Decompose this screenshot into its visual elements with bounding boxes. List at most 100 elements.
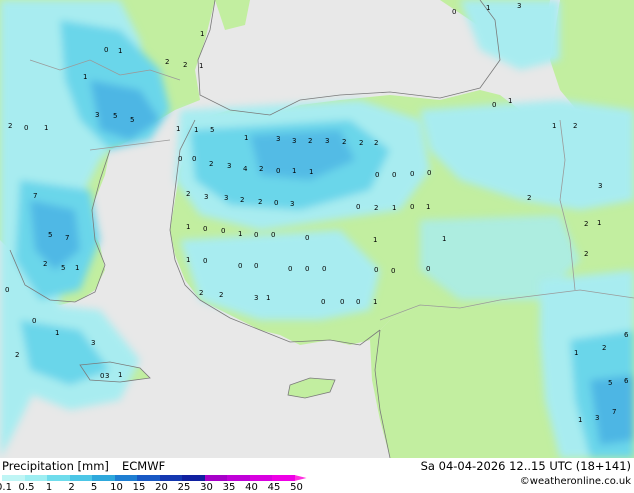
precip-value: 1 [597, 219, 601, 227]
precip-value: 2 [219, 291, 223, 299]
precip-value: 0 [100, 372, 104, 380]
precip-value: 5 [608, 379, 612, 387]
precip-value: 7 [33, 192, 37, 200]
precip-value: 2 [165, 58, 169, 66]
precip-value: 3 [292, 137, 296, 145]
precip-value: 0 [32, 317, 36, 325]
precip-value: 2 [240, 196, 244, 204]
precip-value: 2 [258, 198, 262, 206]
precip-value: 1 [373, 236, 377, 244]
precip-value: 2 [374, 204, 378, 212]
color-scale-swatch [294, 475, 307, 481]
color-scale-label: 2 [68, 482, 75, 493]
precip-value: 2 [584, 250, 588, 258]
precip-value: 3 [325, 137, 329, 145]
color-scale-swatch [2, 475, 25, 481]
precip-value: 5 [48, 231, 52, 239]
model-label: ECMWF [122, 459, 166, 473]
precip-value: 0 [271, 231, 275, 239]
precip-value: 1 [238, 230, 242, 238]
precip-value: 1 [194, 126, 198, 134]
precip-value: 1 [309, 168, 313, 176]
precip-value: 0 [288, 265, 292, 273]
precip-value: 0 [322, 265, 326, 273]
precip-value: 0 [305, 265, 309, 273]
color-scale-label: 1 [45, 482, 53, 493]
precip-value: 2 [359, 139, 363, 147]
precip-value: 2 [259, 165, 263, 173]
precip-value: 1 [426, 203, 430, 211]
precip-value: 1 [199, 62, 203, 70]
precip-value: 3 [595, 414, 599, 422]
precip-value: 2 [43, 260, 47, 268]
precip-value: 0 [305, 234, 309, 242]
precip-value: 0 [391, 267, 395, 275]
precip-value: 2 [374, 139, 378, 147]
precipitation-map[interactable]: 1 3 0 2 1 0 1 1 2 1 2 0 1 3 5 5 1 1 5 1 … [0, 0, 634, 458]
precip-value: 2 [342, 138, 346, 146]
color-scale-swatch [159, 475, 182, 481]
precip-value: 0 [321, 298, 325, 306]
precip-value: 5 [113, 112, 117, 120]
color-scale-label: 30 [200, 482, 213, 493]
precip-value: 0 [340, 298, 344, 306]
precip-value: 1 [552, 122, 556, 130]
precip-value: 2 [183, 61, 187, 69]
precip-value: 7 [612, 408, 616, 416]
color-scale-swatch [69, 475, 92, 481]
precip-value: 1 [83, 73, 87, 81]
precip-value: 2 [308, 137, 312, 145]
precip-value: 2 [209, 160, 213, 168]
precip-value: 0 [452, 8, 456, 16]
color-scale-label: 50 [290, 482, 303, 493]
precip-value: 3 [95, 111, 99, 119]
precip-value: 0 [374, 266, 378, 274]
precip-value: 2 [199, 289, 203, 297]
precip-value: 0 [276, 167, 280, 175]
precip-value: 1 [44, 124, 48, 132]
color-scale-swatch [227, 475, 250, 481]
precip-value: 0 [238, 262, 242, 270]
precip-value: 1 [392, 204, 396, 212]
precip-value: 2 [8, 122, 12, 130]
credit-text: ©weatheronline.co.uk [519, 476, 631, 487]
color-scale-label: 15 [132, 482, 146, 493]
color-scale-swatch [47, 475, 70, 481]
precip-value: 0 [375, 171, 379, 179]
precip-value: 3 [91, 339, 95, 347]
precip-value: 1 [486, 4, 490, 12]
precip-value: 3 [227, 162, 231, 170]
color-scale-label: 45 [267, 482, 281, 493]
precip-value: 0 [203, 257, 207, 265]
precip-value: 0 [410, 203, 414, 211]
color-scale-swatch [204, 475, 227, 481]
color-scale-swatch [24, 475, 47, 481]
color-scale-swatch [92, 475, 115, 481]
color-scale-label: 20 [155, 482, 168, 493]
precip-value: 1 [55, 329, 59, 337]
color-scale-label: 0.1 [0, 482, 12, 493]
precip-value: 0 [5, 286, 9, 294]
precip-value: 3 [290, 200, 294, 208]
precip-value: 1 [373, 298, 377, 306]
color-scale-label: 0.5 [18, 482, 35, 493]
precip-value: 0 [427, 169, 431, 177]
precip-value: 6 [624, 377, 629, 385]
precip-value: 2 [15, 351, 19, 359]
precip-value: 2 [584, 220, 588, 228]
precip-value: 2 [602, 344, 606, 352]
precip-value: 3 [224, 194, 228, 202]
precip-value: 5 [61, 264, 65, 272]
color-scale-label: 35 [222, 482, 236, 493]
color-scale-bar [2, 475, 317, 481]
precip-value: 0 [104, 46, 108, 54]
precip-value: 0 [426, 265, 430, 273]
precip-value: 2 [186, 190, 190, 198]
precip-value: 0 [410, 170, 414, 178]
precip-value: 4 [243, 165, 248, 173]
precip-value: 3 [105, 372, 109, 380]
precip-value: 1 [118, 47, 122, 55]
precip-value: 7 [65, 234, 69, 242]
precip-value: 1 [442, 235, 446, 243]
precip-value: 0 [221, 227, 225, 235]
